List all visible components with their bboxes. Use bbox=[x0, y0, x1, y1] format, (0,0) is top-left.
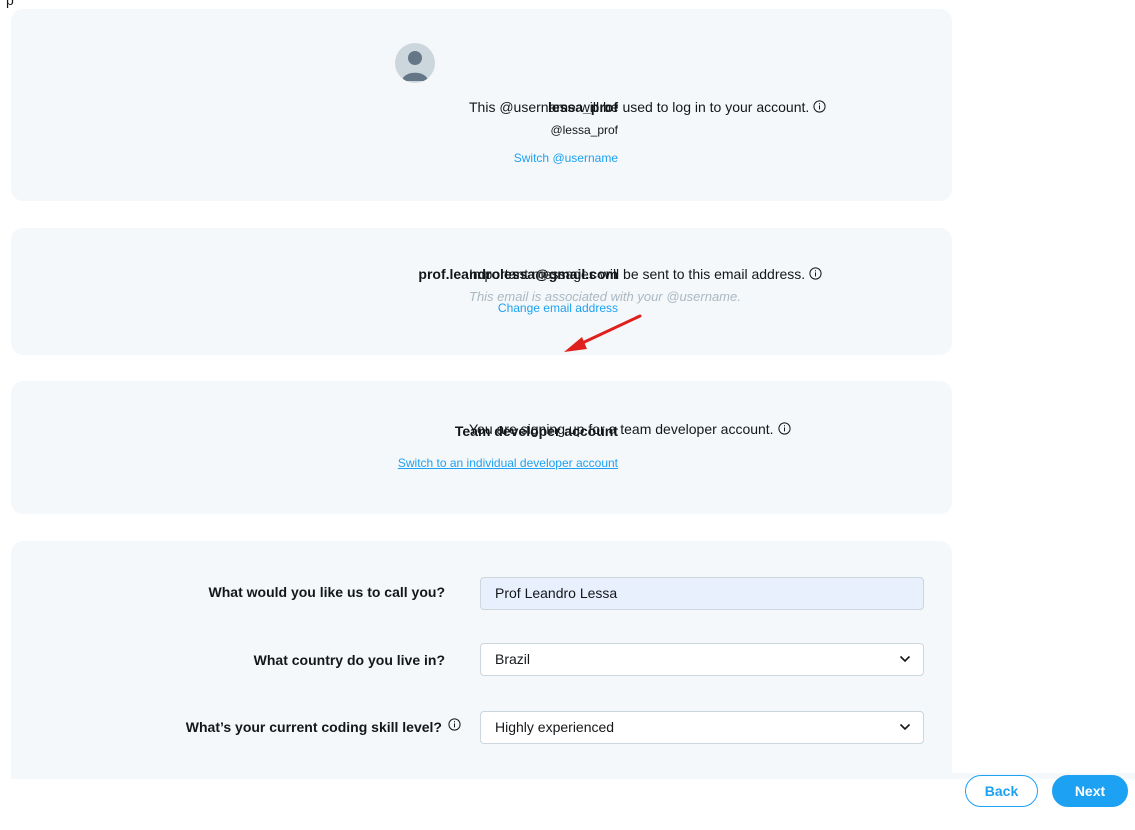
info-icon[interactable] bbox=[813, 100, 826, 116]
name-question-label: What would you like us to call you? bbox=[208, 584, 445, 600]
country-question-label: What country do you live in? bbox=[253, 652, 445, 668]
account-type-description: You are signing up for a team developer … bbox=[469, 421, 791, 438]
account-type-card bbox=[11, 381, 952, 514]
account-type-description-text: You are signing up for a team developer … bbox=[469, 421, 774, 437]
email-description-block: Important messages will be sent to this … bbox=[469, 266, 822, 304]
skill-level-select[interactable]: Highly experienced bbox=[480, 711, 924, 744]
card-bottom-divider bbox=[11, 773, 1135, 779]
chevron-down-icon bbox=[899, 723, 911, 731]
email-association-note: This email is associated with your @user… bbox=[469, 289, 741, 304]
info-icon[interactable] bbox=[777, 422, 791, 438]
country-select-value: Brazil bbox=[495, 651, 531, 667]
top-edge-text: p bbox=[6, 0, 14, 8]
next-button[interactable]: Next bbox=[1052, 775, 1128, 807]
name-input[interactable]: Prof Leandro Lessa bbox=[480, 577, 924, 610]
red-arrow-annotation bbox=[564, 314, 642, 352]
country-select[interactable]: Brazil bbox=[480, 643, 924, 676]
skill-level-select-value: Highly experienced bbox=[495, 719, 615, 735]
name-input-value: Prof Leandro Lessa bbox=[495, 585, 618, 601]
username-description-text: This @username will be used to log in to… bbox=[469, 99, 810, 115]
skill-question-label: What’s your current coding skill level? bbox=[186, 719, 442, 735]
default-avatar-icon bbox=[395, 43, 435, 83]
switch-individual-account-link[interactable]: Switch to an individual developer accoun… bbox=[398, 456, 618, 470]
switch-username-link[interactable]: Switch @username bbox=[514, 151, 618, 165]
skill-question-text: What’s your current coding skill level? bbox=[185, 719, 442, 735]
info-icon[interactable] bbox=[448, 718, 461, 736]
chevron-down-icon bbox=[899, 655, 911, 663]
username-handle: @lessa_prof bbox=[550, 123, 618, 137]
back-button[interactable]: Back bbox=[965, 775, 1038, 807]
username-description: This @username will be used to log in to… bbox=[469, 99, 826, 116]
email-description: Important messages will be sent to this … bbox=[469, 266, 822, 283]
info-icon[interactable] bbox=[809, 267, 822, 283]
email-description-text: Important messages will be sent to this … bbox=[469, 266, 806, 282]
